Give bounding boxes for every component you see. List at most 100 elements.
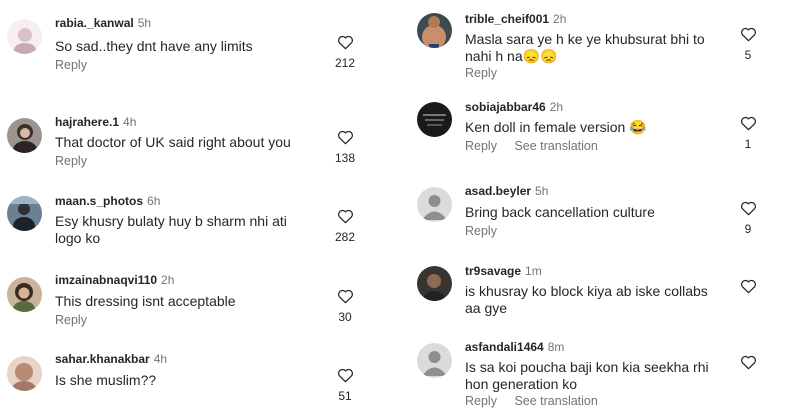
comment-text: Esy khusry bulaty huy b sharm nhi ati lo… xyxy=(55,213,287,246)
avatar[interactable] xyxy=(7,196,42,231)
like-group: 51 xyxy=(330,367,360,403)
comment-actions: Reply xyxy=(55,154,101,168)
reply-button[interactable]: Reply xyxy=(465,224,497,238)
comment-text: Is sa koi poucha baji kon kia seekha rhi… xyxy=(465,359,709,392)
comment-meta: asad.beyler 5h xyxy=(465,184,548,198)
heart-outline-icon[interactable] xyxy=(337,367,354,383)
heart-outline-icon[interactable] xyxy=(740,26,757,42)
comment-text: Bring back cancellation culture xyxy=(465,204,655,220)
comment-username[interactable]: maan.s_photos xyxy=(55,194,143,208)
comment-text: This dressing isnt acceptable xyxy=(55,293,236,309)
like-group: 212 xyxy=(330,34,360,70)
comment-meta: trible_cheif001 2h xyxy=(465,12,566,26)
avatar[interactable] xyxy=(7,19,42,54)
like-group: 30 xyxy=(330,288,360,324)
comment-time: 5h xyxy=(535,184,549,198)
comment-item: trible_cheif001 2h Masla sara ye h ke ye … xyxy=(400,12,800,92)
like-group: 9 xyxy=(733,200,763,236)
heart-outline-icon[interactable] xyxy=(740,200,757,216)
comment-username[interactable]: rabia._kanwal xyxy=(55,16,134,30)
comment-username[interactable]: sobiajabbar46 xyxy=(465,100,546,114)
comment-meta: rabia._kanwal 5h xyxy=(55,16,151,30)
reply-button[interactable]: Reply xyxy=(55,58,87,72)
like-group: 1 xyxy=(733,115,763,151)
comment-time: 1m xyxy=(525,264,542,278)
reply-button[interactable]: Reply xyxy=(465,66,497,80)
like-count: 1 xyxy=(744,137,752,151)
avatar[interactable] xyxy=(417,13,452,48)
comment-username[interactable]: hajrahere.1 xyxy=(55,115,119,129)
like-count: 30 xyxy=(338,310,352,324)
heart-outline-icon[interactable] xyxy=(337,34,354,50)
like-count: 282 xyxy=(334,230,356,244)
comment-meta: maan.s_photos 6h xyxy=(55,194,160,208)
like-count: 5 xyxy=(744,48,752,62)
reply-button[interactable]: Reply xyxy=(55,154,87,168)
like-group xyxy=(733,278,763,294)
comment-time: 6h xyxy=(147,194,161,208)
comment-text: That doctor of UK said right about you xyxy=(55,134,291,150)
comment-time: 2h xyxy=(549,100,564,114)
comment-item: tr9savage 1m is khusray ko block kiya ab … xyxy=(400,264,800,344)
comment-time: 5h xyxy=(137,16,152,30)
heart-outline-icon[interactable] xyxy=(740,354,757,370)
comments-column-right: trible_cheif001 2h Masla sara ye h ke ye … xyxy=(400,0,800,408)
like-group: 138 xyxy=(330,129,360,165)
heart-outline-icon[interactable] xyxy=(337,129,354,145)
like-count: 212 xyxy=(334,56,356,70)
like-count: 138 xyxy=(334,151,356,165)
avatar[interactable] xyxy=(7,118,42,153)
reply-button[interactable]: Reply xyxy=(465,394,497,408)
default-avatar-icon xyxy=(417,343,452,378)
comments-column-left: rabia._kanwal 5h So sad..they dnt have an… xyxy=(0,0,400,403)
comment-username[interactable]: tr9savage xyxy=(465,264,521,278)
comment-username[interactable]: sahar.khanakbar xyxy=(55,352,150,366)
see-translation-button[interactable]: See translation xyxy=(514,139,597,153)
comment-actions: Reply xyxy=(55,313,101,327)
comment-item: sobiajabbar46 2h Ken doll in female versi… xyxy=(400,100,800,180)
comment-time: 2h xyxy=(553,12,567,26)
comment-item: asad.beyler 5h Bring back cancellation cu… xyxy=(400,184,800,264)
comment-text: So sad..they dnt have any limits xyxy=(55,38,253,54)
comment-item: hajrahere.1 4h That doctor of UK said rig… xyxy=(0,113,400,193)
comment-text: Ken doll in female version 😂 xyxy=(465,119,647,135)
comment-text: Is she muslim?? xyxy=(55,372,157,388)
like-count: 9 xyxy=(744,222,752,236)
heart-outline-icon[interactable] xyxy=(740,278,757,294)
comment-text: Masla sara ye h ke ye khubsurat bhi to n… xyxy=(465,31,705,64)
avatar[interactable] xyxy=(7,277,42,312)
comment-item: sahar.khanakbar 4h Is she muslim?? 51 xyxy=(0,351,400,403)
heart-outline-icon[interactable] xyxy=(740,115,757,131)
comment-text: is khusray ko block kiya ab iske collabs… xyxy=(465,283,708,316)
comment-meta: sobiajabbar46 2h xyxy=(465,100,563,114)
avatar[interactable] xyxy=(417,266,452,301)
avatar[interactable] xyxy=(417,102,452,137)
comment-time: 4h xyxy=(123,115,137,129)
avatar[interactable] xyxy=(417,187,452,222)
heart-outline-icon[interactable] xyxy=(337,208,354,224)
comment-username[interactable]: asfandali1464 xyxy=(465,340,544,354)
comment-meta: tr9savage 1m xyxy=(465,264,542,278)
comment-actions: Reply See translation xyxy=(465,394,612,408)
reply-button[interactable]: Reply xyxy=(465,139,497,153)
comment-time: 2h xyxy=(161,273,175,287)
heart-outline-icon[interactable] xyxy=(337,288,354,304)
avatar[interactable] xyxy=(7,356,42,391)
comment-username[interactable]: imzainabnaqvi110 xyxy=(55,273,157,287)
comment-username[interactable]: trible_cheif001 xyxy=(465,12,549,26)
comment-actions: Reply xyxy=(465,66,511,80)
comment-item: maan.s_photos 6h Esy khusry bulaty huy b … xyxy=(0,193,400,273)
like-group xyxy=(733,354,763,370)
comment-actions: Reply See translation xyxy=(465,139,612,153)
comment-meta: asfandali1464 8m xyxy=(465,340,564,354)
comment-username[interactable]: asad.beyler xyxy=(465,184,531,198)
comment-actions: Reply xyxy=(55,58,101,72)
avatar[interactable] xyxy=(417,343,452,378)
default-avatar-icon xyxy=(417,187,452,222)
see-translation-button[interactable]: See translation xyxy=(514,394,597,408)
comment-meta: hajrahere.1 4h xyxy=(55,115,136,129)
comment-meta: imzainabnaqvi110 2h xyxy=(55,273,174,287)
like-group: 282 xyxy=(330,208,360,244)
reply-button[interactable]: Reply xyxy=(55,313,87,327)
comment-item: imzainabnaqvi110 2h This dressing isnt ac… xyxy=(0,272,400,352)
